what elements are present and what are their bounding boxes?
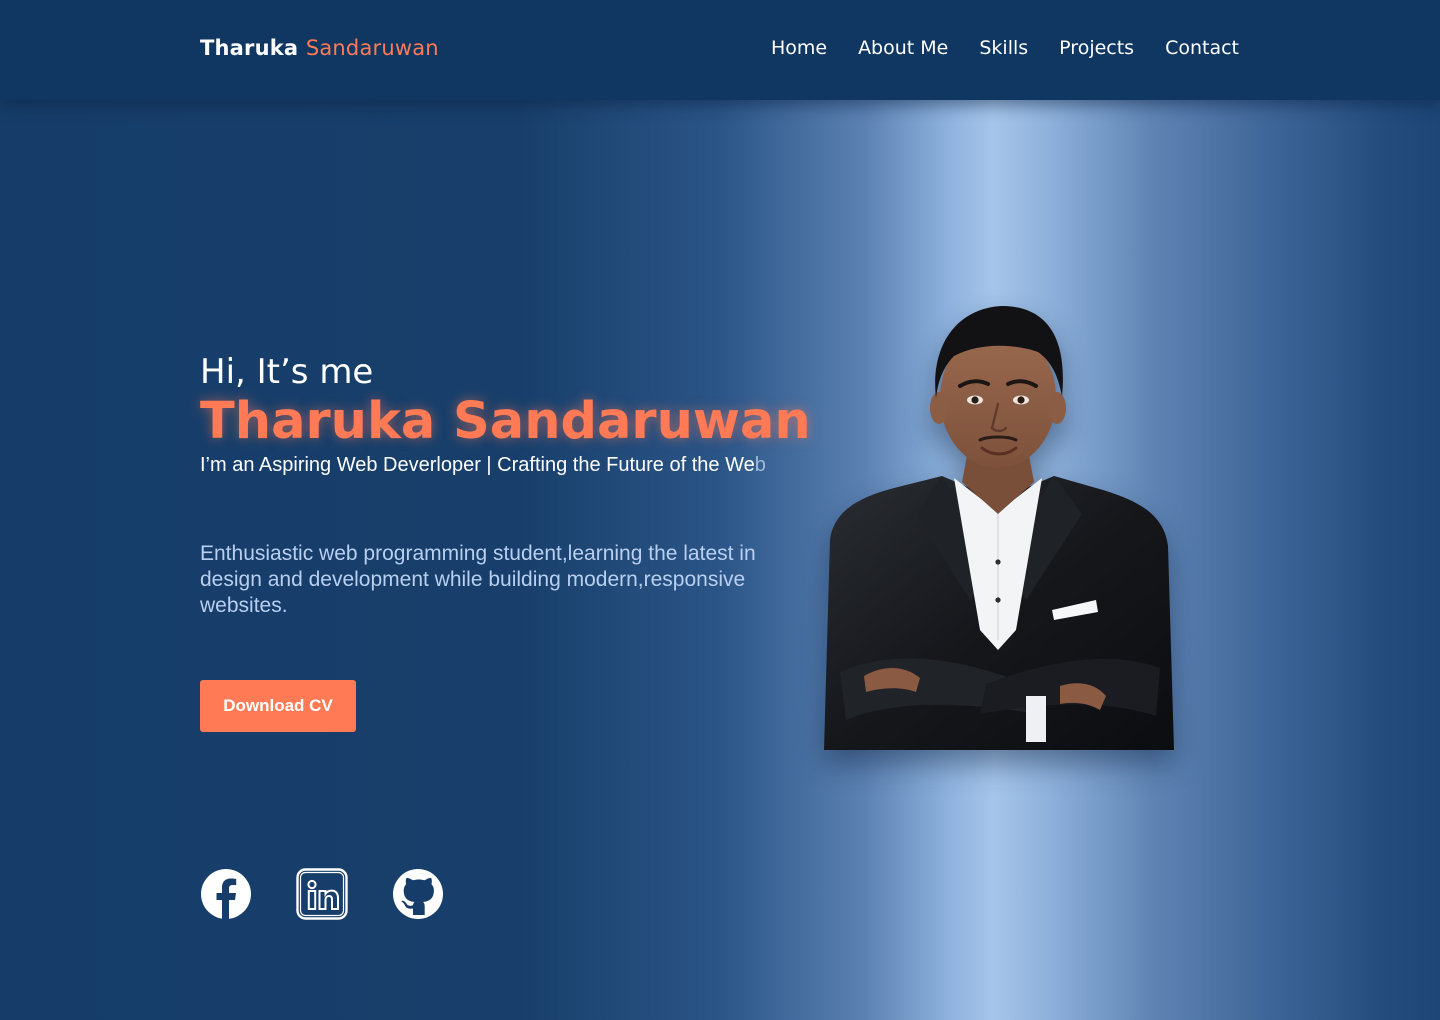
hero-tagline-text: I’m an Aspiring Web Deverloper | Craftin… <box>200 454 755 476</box>
nav-skills[interactable]: Skills <box>979 37 1028 59</box>
brand-logo[interactable]: Tharuka Sandaruwan <box>200 36 439 60</box>
profile-photo <box>824 306 1174 750</box>
github-icon[interactable] <box>392 868 444 920</box>
navbar: Tharuka Sandaruwan Home About Me Skills … <box>0 0 1440 100</box>
hero-name: Tharuka Sandaruwan <box>200 392 811 451</box>
hero-intro: Hi, It’s me Tharuka Sandaruwan I’m an As… <box>200 350 840 477</box>
brand-last-name: Sandaruwan <box>305 36 439 60</box>
nav-about-me[interactable]: About Me <box>858 37 948 59</box>
nav-home[interactable]: Home <box>771 37 827 59</box>
download-cv-button[interactable]: Download CV <box>200 680 356 732</box>
hero-greeting: Hi, It’s me <box>200 352 374 392</box>
hero-description: Enthusiastic web programming student,lea… <box>200 542 756 617</box>
brand-first-name: Tharuka <box>200 36 299 60</box>
typing-caret: b <box>754 454 766 476</box>
hero-tagline: I’m an Aspiring Web Deverloper | Craftin… <box>200 454 840 477</box>
nav-projects[interactable]: Projects <box>1059 37 1134 59</box>
nav-menu: Home About Me Skills Projects Contact <box>771 37 1239 59</box>
nav-contact[interactable]: Contact <box>1165 37 1239 59</box>
linkedin-icon[interactable] <box>296 868 348 920</box>
social-links <box>200 868 444 920</box>
facebook-icon[interactable] <box>200 868 252 920</box>
